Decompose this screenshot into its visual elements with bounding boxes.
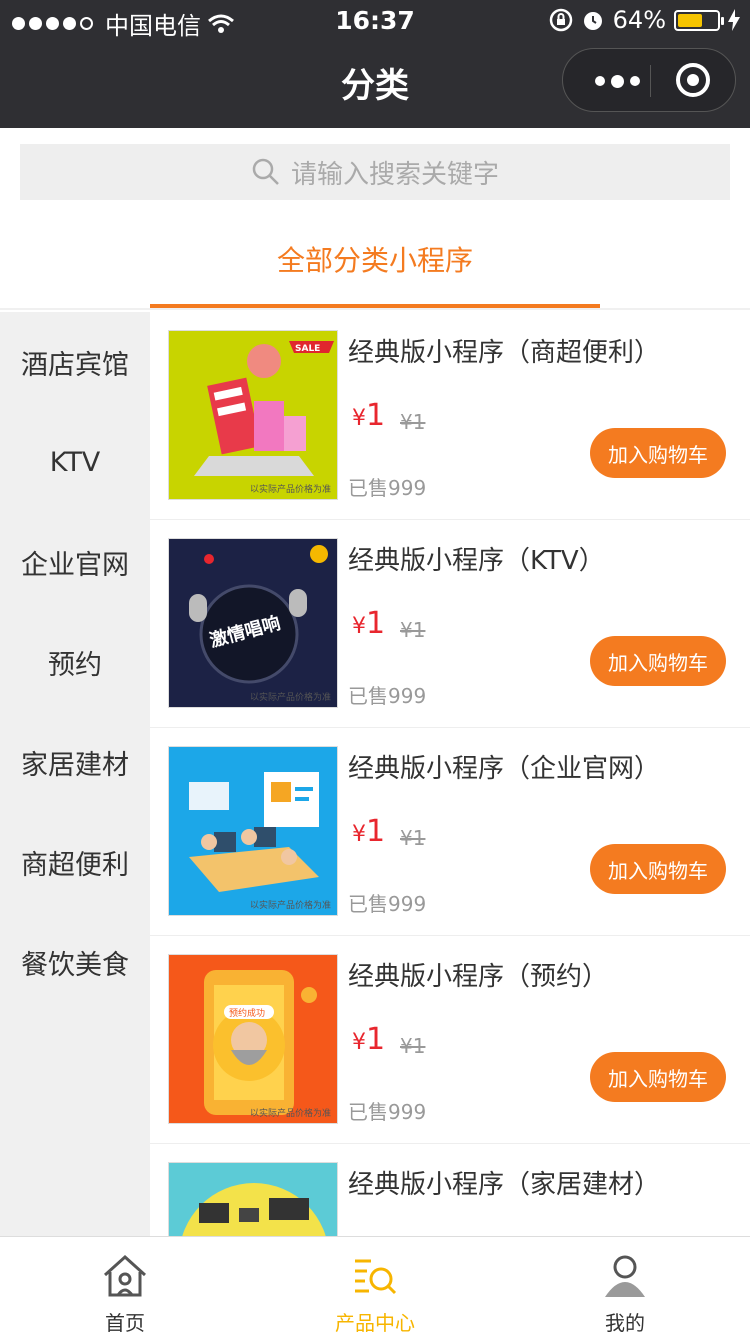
price-symbol: ¥ [352, 1030, 366, 1055]
tab-product-center[interactable]: 产品中心 [250, 1237, 500, 1334]
more-dots-icon[interactable] [585, 71, 649, 91]
sidebar-item-food[interactable]: 餐饮美食 [0, 912, 150, 1012]
sidebar-item-home-building[interactable]: 家居建材 [0, 712, 150, 812]
product-card[interactable]: 经典版小程序（家居建材） [150, 1144, 750, 1236]
product-sold-count: 已售999 [348, 476, 427, 500]
thumb-note: 以实际产品价格为准 [249, 901, 331, 911]
category-header-tab[interactable]: 全部分类小程序 [150, 222, 600, 308]
price-symbol: ¥ [352, 614, 366, 639]
product-card[interactable]: 预约成功 以实际产品价格为准 经典版小程序（预约） ¥1 ¥1 已售999 加入… [150, 936, 750, 1144]
product-title[interactable]: 经典版小程序（商超便利） [348, 332, 660, 369]
product-card[interactable]: SALE 以实际产品价格为准 经典版小程序（商超便利） ¥1 ¥1 已售999 … [150, 312, 750, 520]
bottom-tabbar: 首页 产品中心 我的 [0, 1236, 750, 1334]
thumb-note: 以实际产品价格为准 [249, 693, 331, 703]
product-original-price: ¥1 [400, 618, 426, 642]
status-right: 64% [549, 6, 740, 34]
sidebar-item-enterprise[interactable]: 企业官网 [0, 512, 150, 612]
mini-program-capsule [562, 48, 736, 112]
sidebar-item-hotel[interactable]: 酒店宾馆 [0, 312, 150, 412]
header-divider [0, 308, 750, 310]
tab-product-center-label: 产品中心 [335, 1311, 415, 1334]
product-card[interactable]: 以实际产品价格为准 经典版小程序（企业官网） ¥1 ¥1 已售999 加入购物车 [150, 728, 750, 936]
price-symbol: ¥ [352, 822, 366, 847]
battery-icon [674, 9, 724, 31]
product-image[interactable] [168, 1162, 338, 1236]
battery-percent: 64% [612, 6, 666, 34]
tab-home[interactable]: 首页 [0, 1237, 250, 1334]
tab-mine-label: 我的 [605, 1311, 645, 1334]
product-original-price: ¥1 [400, 1034, 426, 1058]
price-value: 1 [366, 814, 386, 849]
price-symbol: ¥ [352, 406, 366, 431]
product-sold-count: 已售999 [348, 1100, 427, 1124]
product-price: ¥1 [352, 606, 385, 641]
product-title[interactable]: 经典版小程序（企业官网） [348, 748, 660, 785]
top-bar: 中国电信 16:37 64% 分类 [0, 0, 750, 128]
thumb-note: 以实际产品价格为准 [249, 485, 331, 495]
search-input[interactable]: 请输入搜索关键字 [20, 144, 730, 200]
tab-mine[interactable]: 我的 [500, 1237, 750, 1334]
add-to-cart-button[interactable]: 加入购物车 [590, 636, 726, 686]
thumb-note: 以实际产品价格为准 [249, 1109, 331, 1119]
product-image[interactable]: 以实际产品价格为准 [168, 746, 338, 916]
sidebar-item-ktv[interactable]: KTV [0, 412, 150, 512]
product-sold-count: 已售999 [348, 684, 427, 708]
product-price: ¥1 [352, 814, 385, 849]
rotation-lock-icon [549, 8, 572, 32]
search-icon [252, 158, 279, 185]
product-card[interactable]: 激情唱响 以实际产品价格为准 经典版小程序（KTV） ¥1 ¥1 已售999 加… [150, 520, 750, 728]
add-to-cart-button[interactable]: 加入购物车 [590, 844, 726, 894]
sidebar-item-supermarket[interactable]: 商超便利 [0, 812, 150, 912]
price-value: 1 [366, 1022, 386, 1057]
product-price: ¥1 [352, 398, 385, 433]
price-value: 1 [366, 398, 386, 433]
add-to-cart-button[interactable]: 加入购物车 [590, 428, 726, 478]
category-sidebar: 酒店宾馆 KTV 企业官网 预约 家居建材 商超便利 餐饮美食 [0, 312, 150, 1236]
battery-fill [678, 13, 702, 27]
store-illustration: SALE [169, 331, 337, 499]
product-image[interactable]: SALE 以实际产品价格为准 [168, 330, 338, 500]
product-original-price: ¥1 [400, 410, 426, 434]
product-image[interactable]: 预约成功 以实际产品价格为准 [168, 954, 338, 1124]
furniture-illustration [169, 1163, 337, 1236]
tab-home-label: 首页 [105, 1311, 145, 1334]
add-to-cart-button[interactable]: 加入购物车 [590, 1052, 726, 1102]
ktv-illustration: 激情唱响 [169, 539, 337, 707]
product-search-icon [355, 1259, 397, 1295]
sale-tag: SALE [295, 344, 320, 354]
product-title[interactable]: 经典版小程序（KTV） [348, 540, 605, 577]
alarm-icon [583, 12, 602, 30]
capsule-divider [650, 65, 651, 97]
product-title[interactable]: 经典版小程序（家居建材） [348, 1164, 660, 1201]
office-illustration [169, 747, 337, 915]
product-title[interactable]: 经典版小程序（预约） [348, 956, 608, 993]
product-price: ¥1 [352, 1022, 385, 1057]
product-original-price: ¥1 [400, 826, 426, 850]
booking-illustration: 预约成功 [169, 955, 337, 1123]
charging-icon [728, 9, 740, 31]
home-icon [103, 1254, 147, 1297]
booking-success-text: 预约成功 [229, 1007, 265, 1019]
product-sold-count: 已售999 [348, 892, 427, 916]
sidebar-item-booking[interactable]: 预约 [0, 612, 150, 712]
user-icon [605, 1255, 645, 1297]
price-value: 1 [366, 606, 386, 641]
product-image[interactable]: 激情唱响 以实际产品价格为准 [168, 538, 338, 708]
product-list: SALE 以实际产品价格为准 经典版小程序（商超便利） ¥1 ¥1 已售999 … [150, 312, 750, 1236]
search-placeholder: 请输入搜索关键字 [290, 159, 499, 190]
target-icon[interactable] [676, 63, 710, 97]
status-bar: 中国电信 16:37 64% [0, 0, 750, 40]
